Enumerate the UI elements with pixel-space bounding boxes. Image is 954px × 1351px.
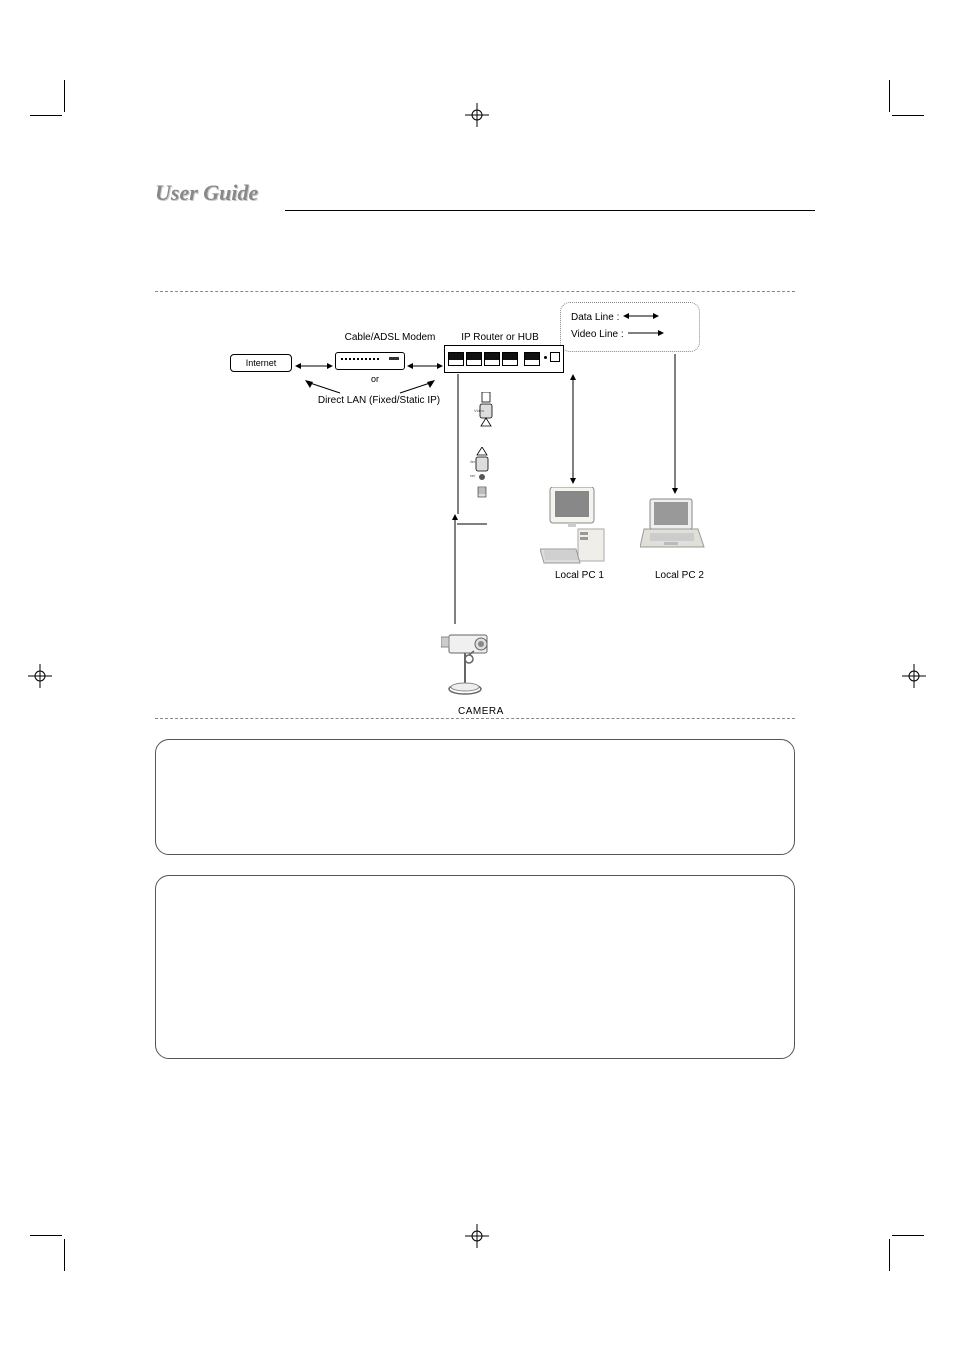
page-title: User Guide bbox=[155, 180, 258, 206]
camera-label: CAMERA bbox=[458, 706, 504, 717]
data-arrow bbox=[568, 374, 578, 489]
registration-mark bbox=[465, 1224, 489, 1248]
page-content: User Guide Data Line : Video Line : Inte… bbox=[155, 180, 795, 1059]
legend: Data Line : Video Line : bbox=[560, 302, 700, 352]
video-arrow bbox=[450, 514, 460, 629]
balun-connector: Video bbox=[474, 392, 494, 442]
double-arrow-icon bbox=[623, 311, 659, 324]
legend-video-label: Video Line : bbox=[571, 329, 624, 340]
legend-data-label: Data Line : bbox=[571, 312, 619, 323]
camera-icon bbox=[441, 627, 501, 702]
crop-mark bbox=[30, 115, 62, 116]
svg-text:Power: Power bbox=[470, 473, 476, 478]
data-arrow bbox=[295, 358, 333, 376]
heading-rule bbox=[285, 210, 815, 211]
crop-mark bbox=[64, 1239, 65, 1271]
router-device bbox=[444, 345, 564, 373]
info-box-2 bbox=[155, 875, 795, 1059]
svg-text:Video: Video bbox=[470, 459, 477, 464]
internet-node: Internet bbox=[230, 354, 292, 372]
crop-mark bbox=[30, 1235, 62, 1236]
balun-connector: Video Power bbox=[470, 447, 490, 512]
crop-mark bbox=[892, 115, 924, 116]
pc1-label: Local PC 1 bbox=[555, 570, 604, 581]
modem-device bbox=[335, 352, 405, 370]
crop-mark bbox=[889, 80, 890, 112]
svg-text:Video: Video bbox=[474, 408, 485, 413]
line bbox=[457, 512, 487, 530]
network-diagram: Data Line : Video Line : Internet Cable/… bbox=[155, 291, 795, 719]
crop-mark bbox=[892, 1235, 924, 1236]
registration-mark bbox=[465, 103, 489, 127]
crop-mark bbox=[64, 80, 65, 112]
pc2-label: Local PC 2 bbox=[655, 570, 704, 581]
registration-mark bbox=[902, 664, 926, 688]
single-arrow-icon bbox=[628, 328, 664, 341]
direct-lan-label: Direct LAN (Fixed/Static IP) bbox=[299, 395, 459, 406]
data-arrow bbox=[407, 358, 443, 376]
info-box-1 bbox=[155, 739, 795, 855]
line bbox=[457, 374, 459, 519]
pc-icon bbox=[540, 487, 610, 567]
crop-mark bbox=[889, 1239, 890, 1271]
laptop-icon bbox=[640, 497, 705, 557]
video-arrow bbox=[670, 354, 680, 499]
router-label: IP Router or HUB bbox=[450, 332, 550, 343]
registration-mark bbox=[28, 664, 52, 688]
modem-label: Cable/ADSL Modem bbox=[340, 332, 440, 343]
